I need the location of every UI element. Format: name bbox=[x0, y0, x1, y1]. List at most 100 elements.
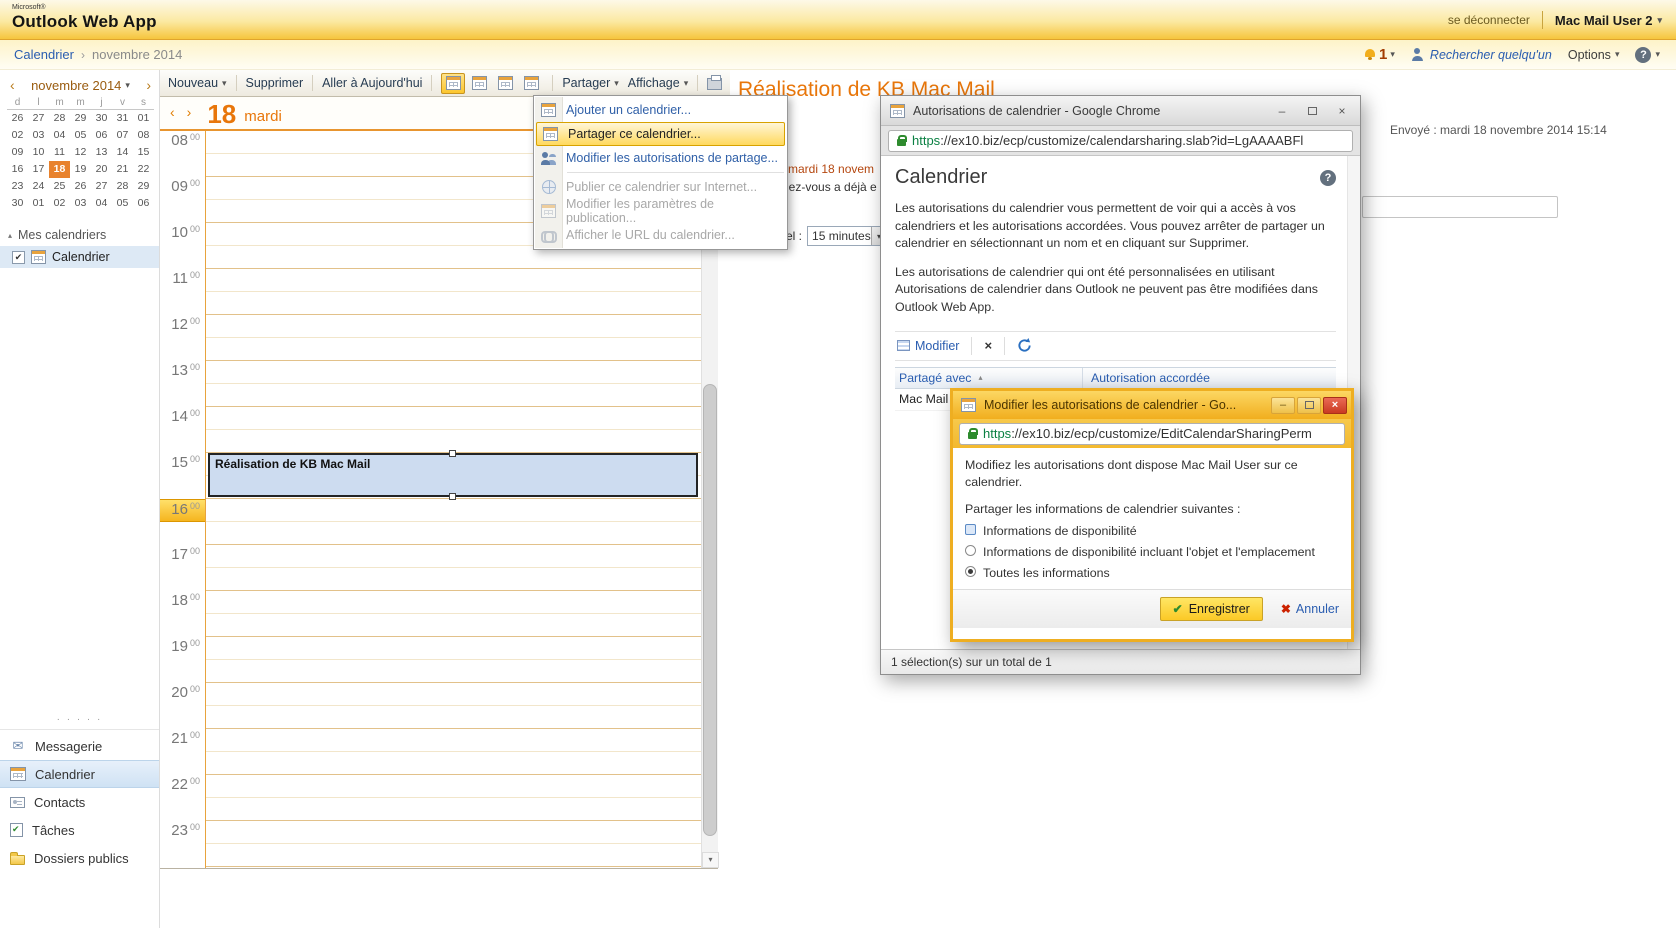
help-button[interactable]: ? ▾ bbox=[1635, 47, 1660, 63]
mini-calendar-day[interactable]: 18 bbox=[49, 161, 70, 178]
mini-calendar-day[interactable]: 25 bbox=[49, 178, 70, 195]
maximize-icon[interactable] bbox=[1298, 101, 1326, 120]
next-day-icon[interactable]: › bbox=[187, 104, 192, 120]
cancel-button[interactable]: ✖ Annuler bbox=[1281, 602, 1339, 616]
mini-calendar-day[interactable]: 21 bbox=[112, 161, 133, 178]
mini-calendar-day[interactable]: 03 bbox=[28, 127, 49, 144]
go-to-today-button[interactable]: Aller à Aujourd'hui bbox=[322, 76, 422, 90]
mini-calendar-prev-icon[interactable]: ‹ bbox=[7, 77, 18, 93]
mini-calendar-day[interactable]: 26 bbox=[7, 110, 28, 127]
mini-calendar-day[interactable]: 07 bbox=[112, 127, 133, 144]
minimize-icon[interactable]: – bbox=[1268, 101, 1296, 120]
reminders-button[interactable]: 1 ▾ bbox=[1364, 46, 1395, 63]
options-button[interactable]: Options ▾ bbox=[1568, 48, 1620, 62]
resize-handle-bottom[interactable] bbox=[449, 493, 456, 500]
view-menu-button[interactable]: Affichage ▾ bbox=[628, 76, 688, 90]
month-view-button[interactable] bbox=[519, 73, 543, 94]
week-view-button[interactable] bbox=[493, 73, 517, 94]
mini-calendar-day[interactable]: 28 bbox=[112, 178, 133, 195]
calendar-half-slot[interactable] bbox=[206, 591, 701, 614]
mini-calendar-day[interactable]: 13 bbox=[91, 144, 112, 161]
calendar-half-slot[interactable] bbox=[206, 407, 701, 430]
save-button[interactable]: ✔ Enregistrer bbox=[1160, 597, 1263, 621]
mini-calendar-day[interactable]: 27 bbox=[91, 178, 112, 195]
find-someone-button[interactable]: Rechercher quelqu'un bbox=[1411, 48, 1552, 62]
modify-button[interactable]: Modifier bbox=[897, 339, 959, 353]
calendar-half-slot[interactable] bbox=[206, 315, 701, 338]
mini-calendar-day[interactable]: 01 bbox=[28, 195, 49, 212]
mini-calendar-day[interactable]: 31 bbox=[112, 110, 133, 127]
mini-calendar-day[interactable]: 10 bbox=[28, 144, 49, 161]
sidebar-module-tasks[interactable]: Tâches bbox=[0, 816, 159, 844]
share-menu-item[interactable]: Ajouter un calendrier... bbox=[535, 98, 786, 122]
user-menu[interactable]: Mac Mail User 2 ▾ bbox=[1555, 13, 1662, 28]
column-shared-with[interactable]: Partagé avec bbox=[899, 371, 971, 385]
share-menu-item[interactable]: Partager ce calendrier... bbox=[536, 122, 785, 146]
sidebar-module-calendar[interactable]: Calendrier bbox=[0, 760, 159, 788]
calendar-slot[interactable] bbox=[206, 775, 701, 821]
scrollbar-thumb[interactable] bbox=[703, 384, 717, 836]
calendar-slot[interactable] bbox=[206, 499, 701, 545]
radio-icon[interactable] bbox=[965, 566, 976, 577]
mini-calendar-day[interactable]: 23 bbox=[7, 178, 28, 195]
calendar-slot[interactable] bbox=[206, 591, 701, 637]
share-info-option[interactable]: Toutes les informations bbox=[965, 565, 1339, 581]
mini-calendar-day[interactable]: 22 bbox=[133, 161, 154, 178]
delete-icon[interactable]: × bbox=[984, 338, 992, 353]
mini-calendar-day[interactable]: 29 bbox=[70, 110, 91, 127]
sidebar-module-contacts[interactable]: Contacts bbox=[0, 788, 159, 816]
maximize-icon[interactable] bbox=[1297, 397, 1321, 414]
mini-calendar-day[interactable]: 27 bbox=[28, 110, 49, 127]
url-field[interactable]: https://ex10.biz/ecp/customize/EditCalen… bbox=[959, 423, 1345, 445]
calendar-half-slot[interactable] bbox=[206, 775, 701, 798]
mini-calendar-day[interactable]: 11 bbox=[49, 144, 70, 161]
resize-handle-top[interactable] bbox=[449, 450, 456, 457]
mini-calendar-day[interactable]: 15 bbox=[133, 144, 154, 161]
print-icon[interactable] bbox=[707, 78, 722, 90]
mini-calendar-day[interactable]: 03 bbox=[70, 195, 91, 212]
work-week-view-button[interactable] bbox=[467, 73, 491, 94]
calendar-half-slot[interactable] bbox=[206, 499, 701, 522]
radio-icon[interactable] bbox=[965, 545, 976, 556]
window-titlebar[interactable]: Modifier les autorisations de calendrier… bbox=[953, 391, 1351, 419]
calendar-slot[interactable] bbox=[206, 637, 701, 683]
calendar-slot[interactable] bbox=[206, 269, 701, 315]
my-calendars-header[interactable]: ▴ Mes calendriers bbox=[0, 224, 159, 246]
calendar-slot[interactable] bbox=[206, 545, 701, 591]
column-permission[interactable]: Autorisation accordée bbox=[1083, 371, 1210, 385]
url-field[interactable]: https://ex10.biz/ecp/customize/calendars… bbox=[888, 130, 1353, 152]
mini-calendar-day[interactable]: 20 bbox=[91, 161, 112, 178]
new-button[interactable]: Nouveau ▾ bbox=[168, 76, 227, 90]
calendar-half-slot[interactable] bbox=[206, 821, 701, 844]
calendar-slot[interactable] bbox=[206, 361, 701, 407]
calendar-half-slot[interactable] bbox=[206, 269, 701, 292]
share-info-option[interactable]: Informations de disponibilité bbox=[965, 523, 1339, 539]
share-menu-item[interactable]: Modifier les autorisations de partage... bbox=[535, 146, 786, 170]
minimize-icon[interactable]: – bbox=[1271, 397, 1295, 414]
mini-calendar-day[interactable]: 30 bbox=[7, 195, 28, 212]
calendar-half-slot[interactable] bbox=[206, 361, 701, 384]
calendar-slot[interactable] bbox=[206, 315, 701, 361]
mini-calendar-day[interactable]: 12 bbox=[70, 144, 91, 161]
prev-day-icon[interactable]: ‹ bbox=[170, 104, 175, 120]
calendar-half-slot[interactable] bbox=[206, 683, 701, 706]
calendar-checkbox[interactable]: ✔ bbox=[12, 251, 25, 264]
checkbox-icon[interactable] bbox=[965, 524, 976, 535]
mini-calendar-day[interactable]: 02 bbox=[7, 127, 28, 144]
sidebar-module-public-folders[interactable]: Dossiers publics bbox=[0, 844, 159, 872]
window-titlebar[interactable]: Autorisations de calendrier - Google Chr… bbox=[881, 96, 1360, 126]
mini-calendar-day[interactable]: 02 bbox=[49, 195, 70, 212]
share-info-option[interactable]: Informations de disponibilité incluant l… bbox=[965, 544, 1339, 560]
sidebar-module-mail[interactable]: ✉Messagerie bbox=[0, 732, 159, 760]
calendar-slot[interactable] bbox=[206, 729, 701, 775]
mini-calendar-day[interactable]: 19 bbox=[70, 161, 91, 178]
calendar-event[interactable]: Réalisation de KB Mac Mail bbox=[208, 453, 698, 497]
calendar-list-item[interactable]: ✔ Calendrier bbox=[0, 246, 159, 268]
mini-calendar-day[interactable]: 16 bbox=[7, 161, 28, 178]
delete-button[interactable]: Supprimer bbox=[246, 76, 304, 90]
sign-out-link[interactable]: se déconnecter bbox=[1448, 13, 1530, 27]
calendar-half-slot[interactable] bbox=[206, 637, 701, 660]
mini-calendar-day[interactable]: 04 bbox=[91, 195, 112, 212]
refresh-icon[interactable] bbox=[1017, 338, 1032, 353]
calendar-slot[interactable] bbox=[206, 821, 701, 867]
